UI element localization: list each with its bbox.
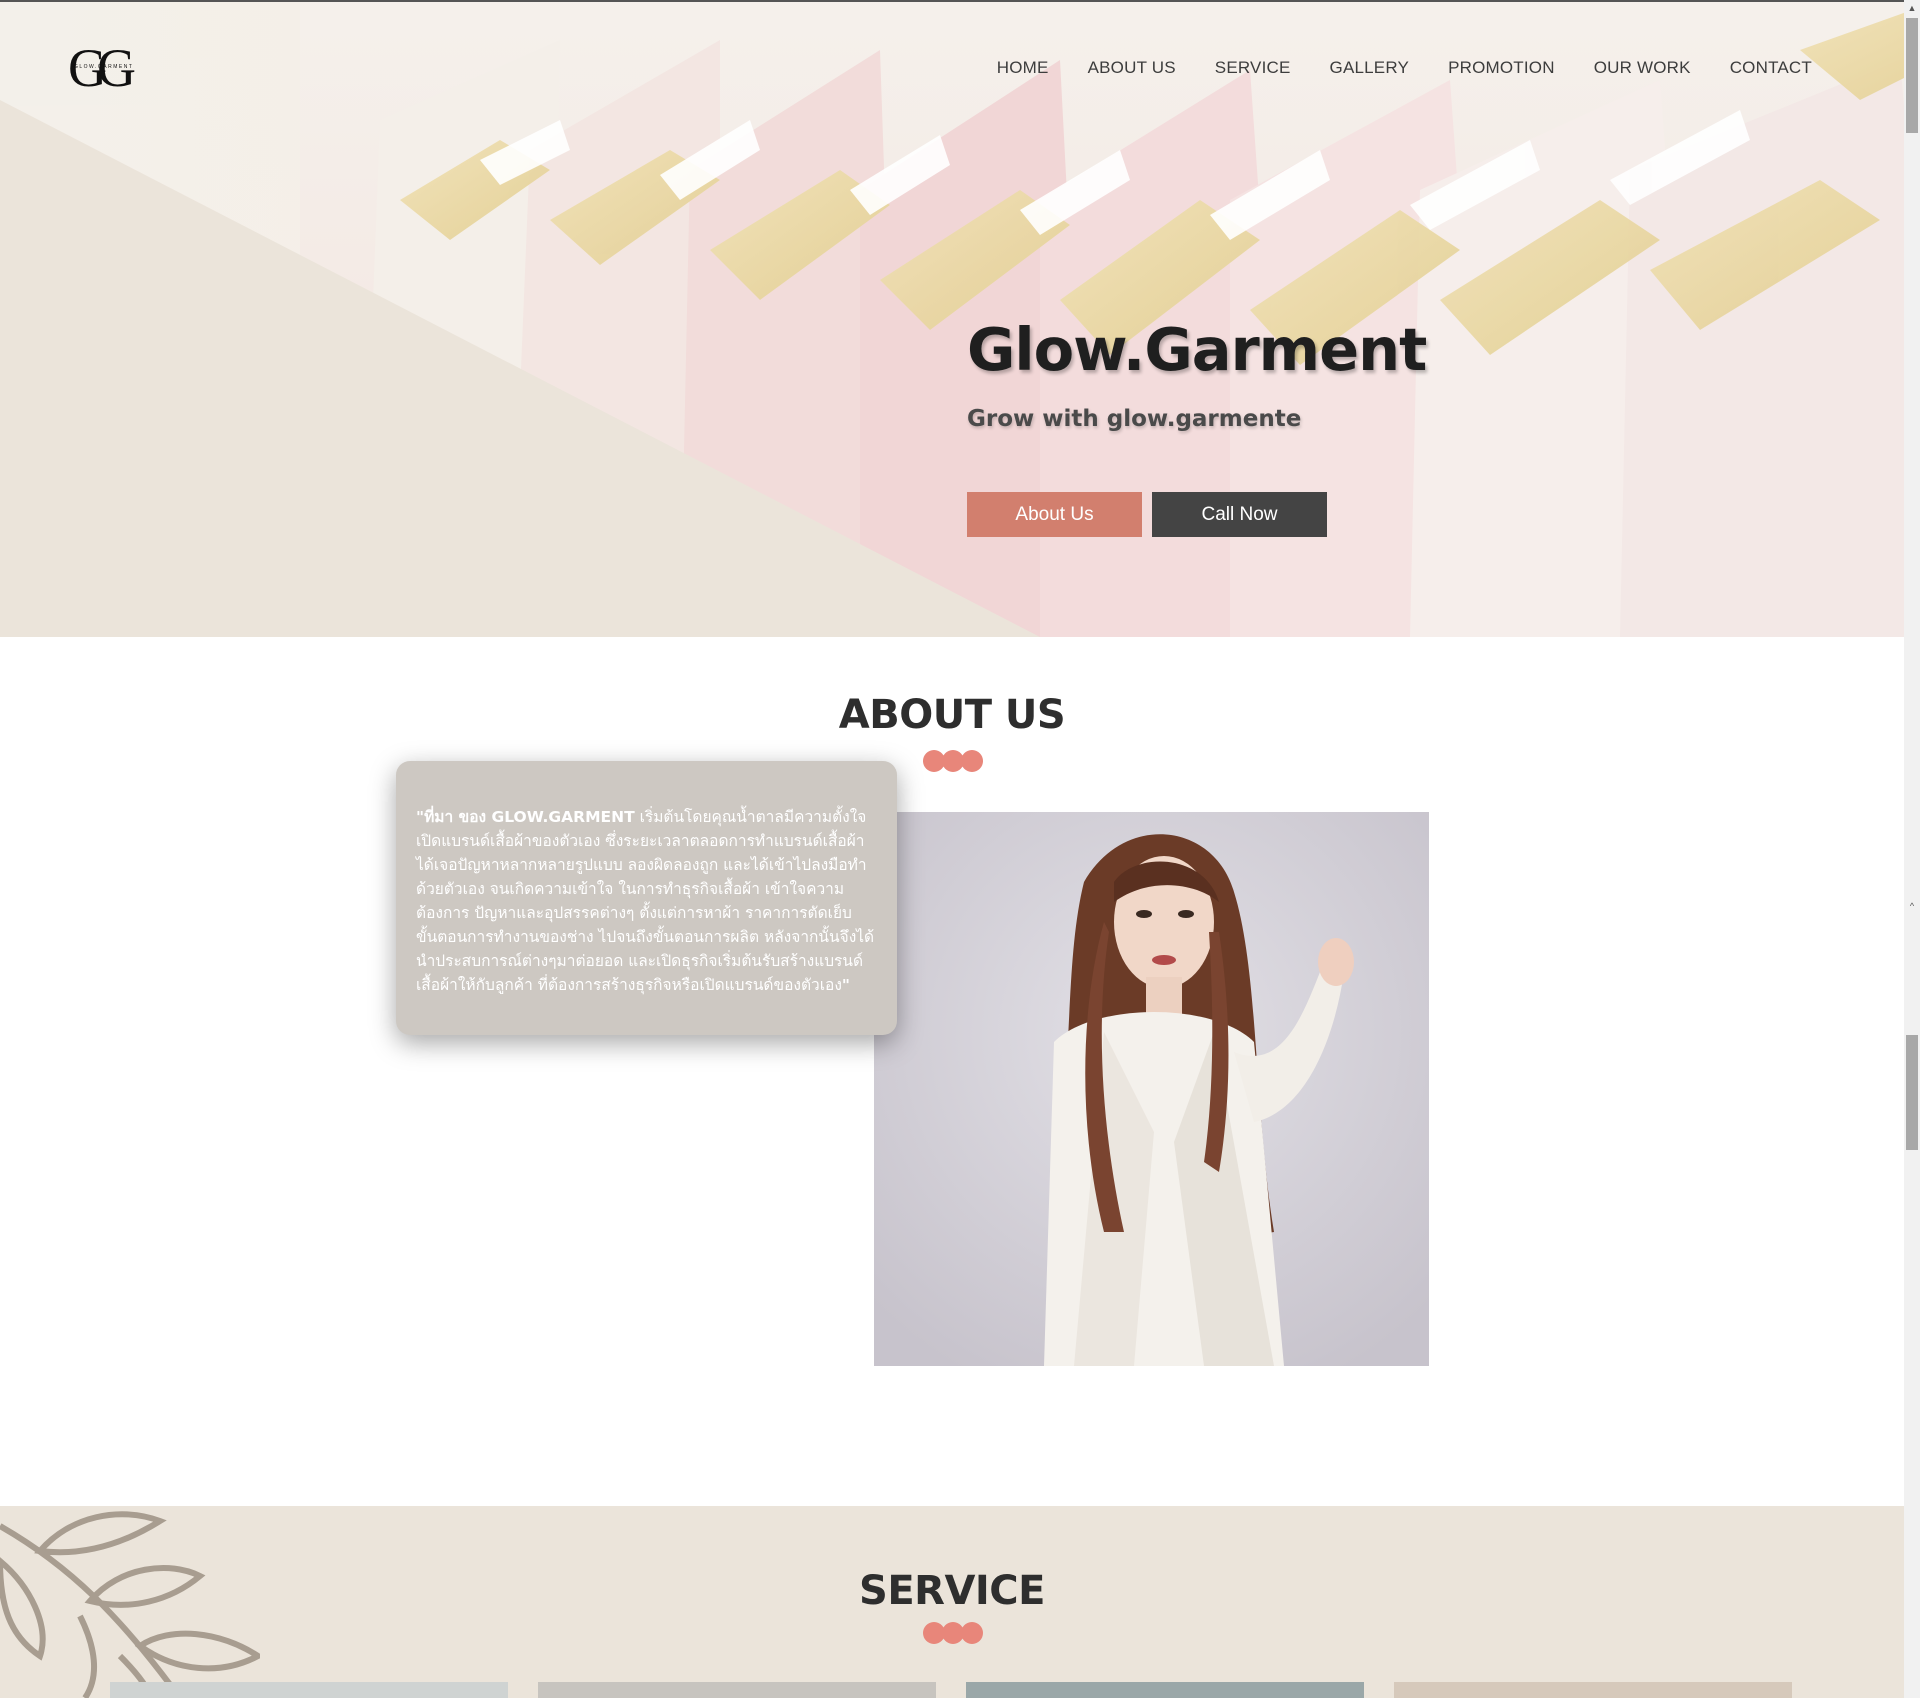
about-quote-card: "ที่มา ของ GLOW.GARMENT เริ่มต้นโดยคุณน้… [396, 761, 897, 1035]
decor-dot [961, 750, 983, 772]
hero-subtitle: Grow with glow.garmente [967, 406, 1302, 432]
service-card[interactable] [110, 1682, 508, 1698]
nav-home[interactable]: HOME [997, 58, 1049, 78]
call-now-button[interactable]: Call Now [1152, 492, 1327, 537]
top-border [0, 0, 1904, 2]
page-scrollbar[interactable]: ▲ ^ [1904, 0, 1920, 1698]
about-us-button[interactable]: About Us [967, 492, 1142, 537]
service-card[interactable] [966, 1682, 1364, 1698]
service-section-title: SERVICE [859, 1568, 1045, 1614]
scrollbar-thumb[interactable] [1906, 18, 1918, 133]
service-section: SERVICE [0, 1506, 1904, 1698]
scrollbar-thumb[interactable] [1906, 1035, 1918, 1150]
chevron-up-icon[interactable]: ▲ [1904, 0, 1920, 16]
nav-contact[interactable]: CONTACT [1730, 58, 1812, 78]
hero-title: Glow.Garment [967, 315, 1427, 384]
service-card[interactable] [1394, 1682, 1792, 1698]
about-highlight: ที่มา ของ GLOW.GARMENT [424, 808, 635, 826]
about-body: เริ่มต้นโดยคุณน้ำตาลมีความตั้งใจเปิดแบรน… [416, 808, 875, 994]
site-logo[interactable]: GG GLOW.GARMENT [68, 40, 160, 96]
hero-text: Glow.Garment Grow with glow.garmente [967, 315, 1427, 432]
service-card[interactable] [538, 1682, 936, 1698]
service-title-dots [923, 1622, 983, 1644]
nav-our-work[interactable]: OUR WORK [1594, 58, 1691, 78]
main-nav: HOME ABOUT US SERVICE GALLERY PROMOTION … [997, 58, 1812, 78]
nav-gallery[interactable]: GALLERY [1330, 58, 1410, 78]
quote-close: " [841, 976, 850, 994]
about-section-title: ABOUT US [838, 692, 1066, 738]
hero-buttons: About Us Call Now [967, 492, 1327, 537]
nav-about-us[interactable]: ABOUT US [1088, 58, 1176, 78]
hero-section: GG GLOW.GARMENT HOME ABOUT US SERVICE GA… [0, 0, 1904, 637]
decor-dot [961, 1622, 983, 1644]
logo-subtitle: GLOW.GARMENT [74, 64, 134, 70]
about-title-dots [923, 750, 983, 772]
nav-service[interactable]: SERVICE [1215, 58, 1291, 78]
about-quote-text: "ที่มา ของ GLOW.GARMENT เริ่มต้นโดยคุณน้… [416, 805, 877, 997]
nav-promotion[interactable]: PROMOTION [1448, 58, 1555, 78]
founder-portrait-image [874, 812, 1429, 1366]
quote-open: " [416, 808, 425, 826]
chevron-up-icon[interactable]: ^ [1904, 898, 1920, 914]
founder-photo [874, 812, 1429, 1366]
